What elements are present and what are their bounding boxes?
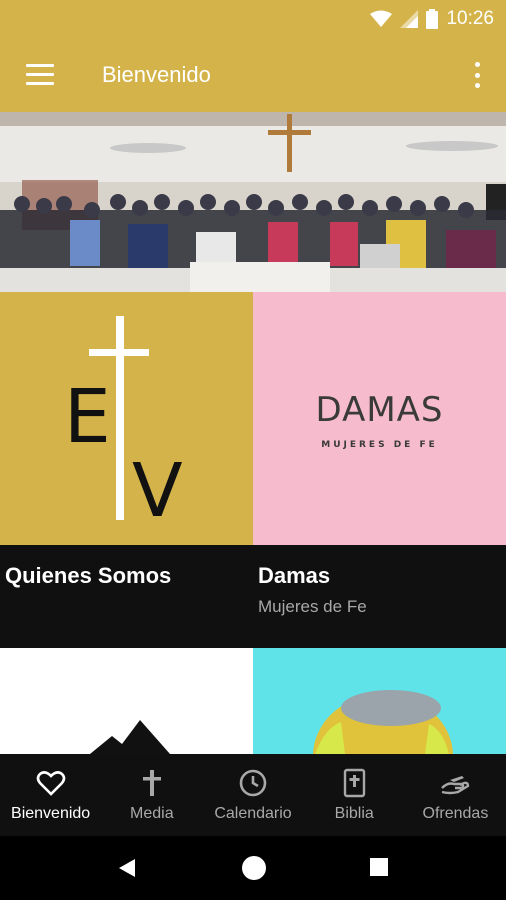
hamburger-menu-icon[interactable] [26,64,54,86]
battery-icon [426,9,439,29]
nav-ofrendas[interactable]: Ofrendas [405,754,506,836]
system-navigation-bar [0,836,506,900]
cross-icon [142,770,161,796]
nav-biblia[interactable]: Biblia [304,754,405,836]
home-icon[interactable] [240,854,268,882]
bottom-navigation: Bienvenido Media Calendario Biblia Ofren… [0,754,506,836]
more-vert-icon[interactable] [474,62,480,88]
signal-icon [400,10,419,28]
nav-label: Biblia [334,805,374,822]
hero-photo[interactable] [0,112,506,292]
status-time: 10:26 [446,8,494,29]
grid-tile[interactable] [253,648,506,754]
damas-tile[interactable]: DAMAS MUJERES DE FE [253,292,506,545]
svg-text:V: V [132,448,183,534]
mountains-icon [90,720,170,754]
nav-label: Ofrendas [422,805,489,822]
damas-logo: DAMAS [315,390,444,430]
offering-hand-icon [441,776,470,795]
nav-calendario[interactable]: Calendario [202,754,303,836]
status-bar: 10:26 [0,0,506,38]
tile-title: Quienes Somos [5,563,172,588]
heart-icon [36,771,65,796]
back-icon[interactable] [118,858,136,878]
wifi-icon [370,10,393,27]
nav-label: Media [130,805,174,822]
grid-tile[interactable] [0,648,253,754]
quienes-somos-caption[interactable]: Quienes Somos [0,545,253,648]
page-title: Bienvenido [102,62,211,87]
status-icons: 10:26 [370,8,494,30]
damas-caption[interactable]: Damas Mujeres de Fe [253,545,506,648]
bible-icon [344,768,366,798]
app-bar: Bienvenido [0,38,506,112]
quienes-somos-tile[interactable]: E V [0,292,253,545]
damas-logo-subtitle: MUJERES DE FE [321,440,438,450]
nav-label: Calendario [214,805,292,822]
nav-label: Bienvenido [11,805,91,822]
congregation-photo [0,112,506,292]
nav-media[interactable]: Media [101,754,202,836]
svg-text:E: E [64,374,111,460]
tile-subtitle: Mujeres de Fe [258,597,367,616]
ev-cross-logo: E V [64,316,183,534]
clock-icon [239,769,267,797]
nav-bienvenido[interactable]: Bienvenido [0,754,101,836]
recents-icon[interactable] [370,858,388,876]
tile-title: Damas [258,563,331,588]
illustration-image [313,690,453,754]
